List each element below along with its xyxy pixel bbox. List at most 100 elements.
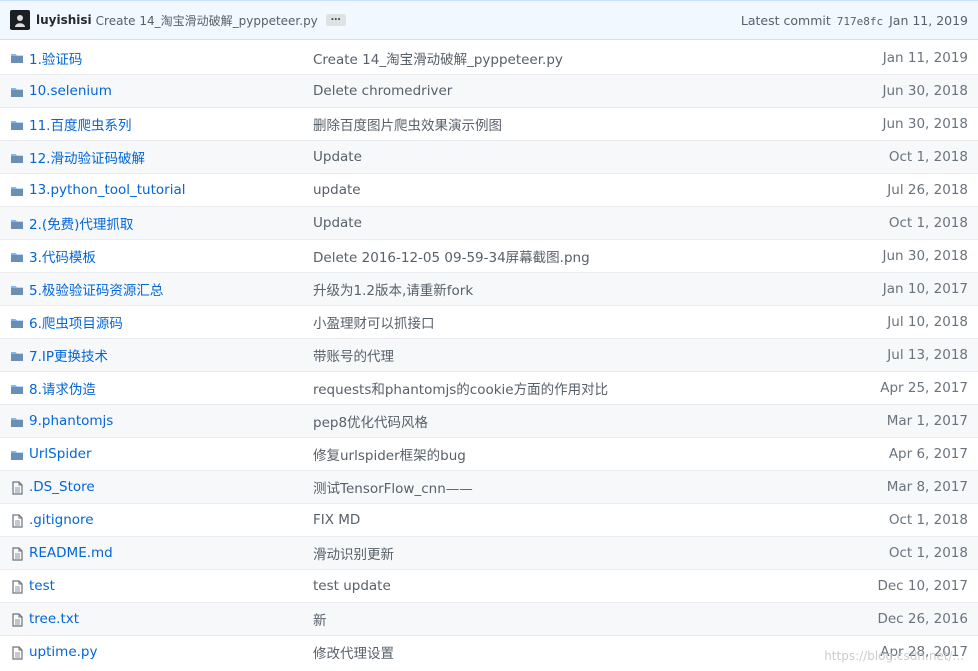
file-row: UrlSpider 修复urlspider框架的bug Apr 6, 2017: [0, 437, 978, 470]
file-row: test test update Dec 10, 2017: [0, 569, 978, 602]
file-name-link[interactable]: test: [29, 578, 55, 594]
commit-message-link[interactable]: 新: [313, 609, 327, 629]
watermark: https://blog.csdn.net/...: [824, 649, 964, 663]
commit-message-link[interactable]: Delete 2016-12-05 09-59-34屏幕截图.png: [313, 246, 590, 266]
commit-message-link[interactable]: 小盈理财可以抓接口: [313, 312, 435, 332]
commit-sha[interactable]: 717e8fc: [837, 15, 883, 28]
commit-age: Apr 25, 2017: [880, 380, 968, 396]
commit-age: Jan 10, 2017: [882, 281, 968, 297]
file-name-link[interactable]: 8.请求伪造: [29, 378, 96, 398]
commit-age: Oct 1, 2018: [888, 215, 968, 231]
commit-age: Mar 1, 2017: [886, 413, 968, 429]
latest-commit-info: Latest commit 717e8fc Jan 11, 2019: [741, 13, 968, 28]
file-name-link[interactable]: 2.(免费)代理抓取: [29, 213, 133, 233]
file-row: 10.selenium Delete chromedriver Jun 30, 20…: [0, 74, 978, 107]
commit-age: Jan 11, 2019: [882, 49, 968, 66]
commit-age: Oct 1, 2018: [888, 512, 968, 528]
commit-age: Oct 1, 2018: [888, 545, 968, 561]
file-name-link[interactable]: 6.爬虫项目源码: [29, 312, 123, 332]
file-row: 7.IP更换技术 带账号的代理 Jul 13, 2018: [0, 338, 978, 371]
file-name-link[interactable]: .DS_Store: [29, 479, 95, 495]
folder-icon: [10, 217, 24, 231]
latest-commit-bar: luyishisi Create 14_淘宝滑动破解_pyppeteer.py …: [0, 0, 978, 40]
file-row: 6.爬虫项目源码 小盈理财可以抓接口 Jul 10, 2018: [0, 305, 978, 338]
file-name-link[interactable]: 3.代码模板: [29, 246, 96, 266]
file-name-link[interactable]: 7.IP更换技术: [29, 345, 108, 365]
file-name-link[interactable]: 1.验证码: [29, 48, 82, 68]
file-icon: [10, 481, 24, 495]
folder-icon: [10, 250, 24, 264]
folder-icon: [10, 151, 24, 165]
commit-message-link[interactable]: Update: [313, 215, 362, 231]
folder-icon: [10, 118, 24, 132]
file-name-link[interactable]: 5.极验验证码资源汇总: [29, 279, 163, 299]
file-row: 8.请求伪造 requests和phantomjs的cookie方面的作用对比 Ap…: [0, 371, 978, 404]
file-row: 1.验证码 Create 14_淘宝滑动破解_pyppeteer.py Jan 11…: [0, 41, 978, 74]
file-name-link[interactable]: 13.python_tool_tutorial: [29, 182, 185, 198]
folder-icon: [10, 316, 24, 330]
file-row: 3.代码模板 Delete 2016-12-05 09-59-34屏幕截图.png…: [0, 239, 978, 272]
folder-icon: [10, 85, 24, 99]
file-icon: [10, 613, 24, 627]
file-name-link[interactable]: UrlSpider: [29, 446, 92, 462]
file-row: 13.python_tool_tutorial update Jul 26, 201…: [0, 173, 978, 206]
folder-icon: [10, 283, 24, 297]
file-name-link[interactable]: 11.百度爬虫系列: [29, 114, 131, 134]
commit-author[interactable]: luyishisi: [36, 13, 92, 27]
commit-message-link[interactable]: pep8优化代码风格: [313, 411, 428, 431]
commit-message-link[interactable]: 修改代理设置: [313, 642, 394, 662]
file-row: .gitignore FIX MD Oct 1, 2018: [0, 503, 978, 536]
file-icon: [10, 580, 24, 594]
commit-age: Jul 13, 2018: [887, 347, 968, 363]
file-row: 5.极验验证码资源汇总 升级为1.2版本,请重新fork Jan 10, 2017: [0, 272, 978, 305]
file-name-link[interactable]: 12.滑动验证码破解: [29, 147, 145, 167]
expand-commit-button[interactable]: …: [325, 13, 346, 26]
file-list: 1.验证码 Create 14_淘宝滑动破解_pyppeteer.py Jan 11…: [0, 41, 978, 668]
commit-date: Jan 11, 2019: [889, 12, 968, 28]
commit-age: Dec 10, 2017: [877, 578, 968, 594]
commit-message-link[interactable]: 修复urlspider框架的bug: [313, 444, 466, 464]
commit-message[interactable]: Create 14_淘宝滑动破解_pyppeteer.py: [96, 12, 318, 29]
commit-age: Jul 10, 2018: [887, 314, 968, 330]
commit-message-link[interactable]: test update: [313, 578, 391, 594]
file-row: 9.phantomjs pep8优化代码风格 Mar 1, 2017: [0, 404, 978, 437]
folder-icon: [10, 382, 24, 396]
commit-age: Apr 6, 2017: [888, 446, 968, 462]
file-row: 12.滑动验证码破解 Update Oct 1, 2018: [0, 140, 978, 173]
commit-message-link[interactable]: update: [313, 182, 361, 198]
commit-age: Jun 30, 2018: [882, 248, 968, 264]
file-row: 2.(免费)代理抓取 Update Oct 1, 2018: [0, 206, 978, 239]
file-icon: [10, 547, 24, 561]
commit-age: Dec 26, 2016: [877, 611, 968, 627]
folder-icon: [10, 51, 24, 65]
commit-message-link[interactable]: 测试TensorFlow_cnn——: [313, 477, 473, 497]
commit-message-link[interactable]: Update: [313, 149, 362, 165]
avatar[interactable]: [10, 10, 30, 30]
file-name-link[interactable]: 9.phantomjs: [29, 413, 113, 429]
commit-message-link[interactable]: 滑动识别更新: [313, 543, 394, 563]
latest-commit-label: Latest commit: [740, 12, 831, 28]
commit-message-link[interactable]: 删除百度图片爬虫效果演示例图: [313, 114, 502, 134]
file-name-link[interactable]: 10.selenium: [29, 83, 112, 99]
file-icon: [10, 646, 24, 660]
file-row: README.md 滑动识别更新 Oct 1, 2018: [0, 536, 978, 569]
commit-message-link[interactable]: requests和phantomjs的cookie方面的作用对比: [313, 378, 608, 398]
commit-message-link[interactable]: FIX MD: [313, 512, 360, 528]
commit-message-link[interactable]: Create 14_淘宝滑动破解_pyppeteer.py: [313, 48, 563, 68]
file-name-link[interactable]: .gitignore: [29, 512, 94, 528]
file-row: .DS_Store 测试TensorFlow_cnn—— Mar 8, 2017: [0, 470, 978, 503]
folder-icon: [10, 448, 24, 462]
commit-message-link[interactable]: 带账号的代理: [313, 345, 394, 365]
commit-message-link[interactable]: Delete chromedriver: [313, 83, 452, 99]
folder-icon: [10, 349, 24, 363]
file-name-link[interactable]: tree.txt: [29, 611, 79, 627]
file-name-link[interactable]: uptime.py: [29, 644, 97, 660]
commit-age: Jun 30, 2018: [882, 83, 968, 99]
commit-age: Mar 8, 2017: [886, 479, 968, 495]
commit-age: Oct 1, 2018: [888, 149, 968, 165]
folder-icon: [10, 184, 24, 198]
commit-message-link[interactable]: 升级为1.2版本,请重新fork: [313, 279, 473, 299]
file-icon: [10, 514, 24, 528]
file-name-link[interactable]: README.md: [29, 545, 113, 561]
commit-age: Jul 26, 2018: [887, 182, 968, 198]
